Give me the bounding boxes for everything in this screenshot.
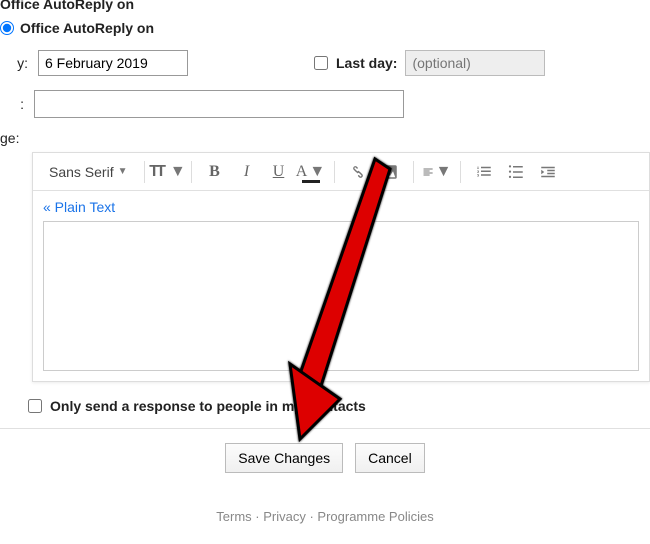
autoreply-on-row: Office AutoReply on [0,18,650,46]
chevron-down-icon: ▼ [170,163,186,181]
link-button[interactable] [343,158,373,186]
last-day-checkbox[interactable] [314,56,328,70]
ordered-list-button[interactable] [469,158,499,186]
align-left-icon [422,163,434,181]
ordered-list-icon [475,163,493,181]
bold-button[interactable]: B [200,158,230,186]
link-icon [349,163,367,181]
terms-link[interactable]: Terms [216,509,251,524]
chevron-down-icon: ▼ [118,166,128,177]
separator [413,161,414,183]
footer: Terms · Privacy · Programme Policies [0,491,650,542]
underline-icon: U [273,163,285,181]
message-body[interactable] [43,221,639,371]
subject-input[interactable] [34,90,404,118]
policies-link[interactable]: Programme Policies [317,509,433,524]
autoreply-on-label: Office AutoReply on [20,20,154,36]
message-editor: Sans Serif ▼ TT ▼ B I U A▼ ▼ [32,152,650,382]
cancel-button[interactable]: Cancel [355,443,425,473]
indent-icon [539,163,557,181]
button-row: Save Changes Cancel [0,429,650,491]
font-name: Sans Serif [49,164,114,180]
plain-text-row: « Plain Text [33,191,649,221]
header-cutoff-text: Office AutoReply on [0,0,650,18]
save-changes-button[interactable]: Save Changes [225,443,343,473]
separator [460,161,461,183]
date-row: y: Last day: [0,46,650,86]
text-size-small-icon: T [156,163,166,181]
chevron-down-icon: ▼ [436,163,452,181]
font-size-button[interactable]: TT ▼ [153,158,183,186]
editor-toolbar: Sans Serif ▼ TT ▼ B I U A▼ ▼ [33,153,649,191]
last-day-label: Last day: [336,55,397,71]
underline-button[interactable]: U [264,158,294,186]
separator [191,161,192,183]
last-day-input[interactable] [405,50,545,76]
italic-button[interactable]: I [232,158,262,186]
image-icon [381,163,399,181]
indent-button[interactable] [533,158,563,186]
autoreply-on-radio[interactable] [0,21,14,35]
text-color-button[interactable]: A▼ [296,158,326,186]
text-color-icon: A [296,163,308,181]
subject-row: : [0,86,650,128]
italic-icon: I [244,163,249,181]
chevron-down-icon: ▼ [309,163,325,181]
privacy-link[interactable]: Privacy [263,509,306,524]
last-day-wrap: Last day: [314,50,545,76]
align-button[interactable]: ▼ [422,158,452,186]
contacts-only-label: Only send a response to people in my Con… [50,398,366,414]
separator [144,161,145,183]
separator [334,161,335,183]
unordered-list-button[interactable] [501,158,531,186]
contacts-only-checkbox[interactable] [28,399,42,413]
unordered-list-icon [507,163,525,181]
first-day-input[interactable] [38,50,188,76]
subject-label: : [0,96,24,112]
plain-text-link[interactable]: « Plain Text [43,199,115,215]
message-label: ge: [0,128,650,152]
image-button[interactable] [375,158,405,186]
font-selector[interactable]: Sans Serif ▼ [41,162,136,182]
contacts-row: Only send a response to people in my Con… [0,382,650,429]
bold-icon: B [209,163,220,181]
first-day-label: y: [0,55,28,71]
